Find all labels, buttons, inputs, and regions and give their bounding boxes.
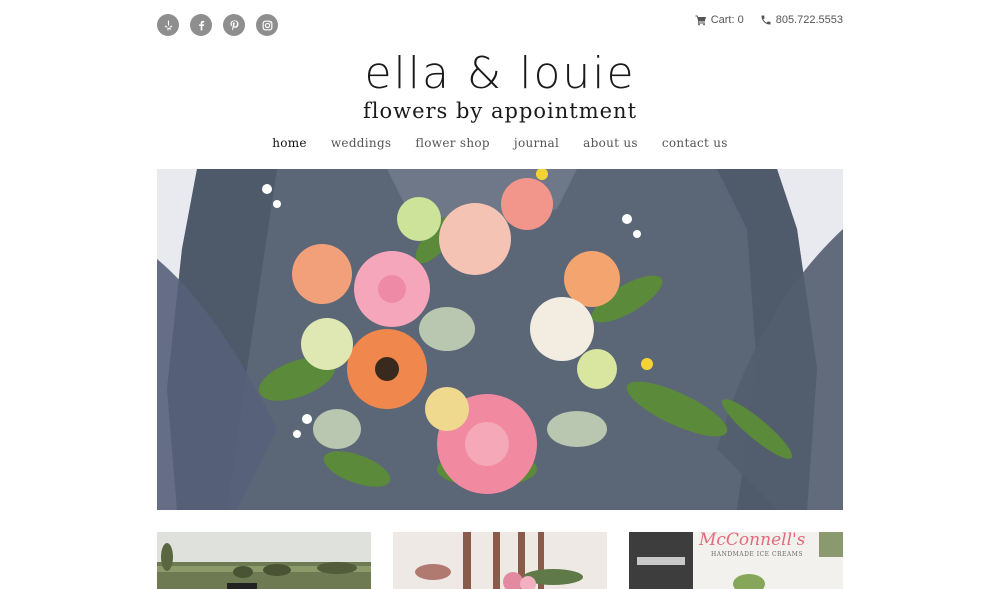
phone-link[interactable]: 805.722.5553 — [760, 14, 843, 26]
social-links — [157, 14, 278, 36]
cart-icon — [695, 15, 706, 26]
site-logo[interactable]: ella & louie flowers by appointment — [0, 48, 1000, 124]
main-nav: home weddings flower shop journal about … — [0, 136, 1000, 150]
tile-weddings[interactable] — [157, 532, 371, 589]
phone-icon — [761, 15, 771, 25]
mcconnells-sign: McConnell's — [699, 532, 806, 550]
pinterest-icon[interactable] — [223, 14, 245, 36]
nav-item-home[interactable]: home — [272, 136, 307, 150]
feature-tiles: McConnell's HANDMADE ICE CREAMS — [157, 532, 843, 589]
yelp-icon[interactable] — [157, 14, 179, 36]
instagram-icon[interactable] — [256, 14, 278, 36]
nav-item-journal[interactable]: journal — [514, 136, 559, 150]
nav-item-about-us[interactable]: about us — [583, 136, 638, 150]
nav-item-contact-us[interactable]: contact us — [662, 136, 728, 150]
tile-flower-shop[interactable] — [393, 532, 607, 589]
logo-subtitle: flowers by appointment — [362, 99, 638, 123]
logo-title: ella & louie — [364, 48, 636, 99]
nav-item-flower-shop[interactable]: flower shop — [415, 136, 490, 150]
cart-label: Cart: 0 — [710, 14, 744, 26]
phone-number: 805.722.5553 — [775, 14, 843, 26]
mcconnells-sign-sub: HANDMADE ICE CREAMS — [711, 551, 804, 558]
hero-bouquet-image — [157, 169, 843, 510]
cart-link[interactable]: Cart: 0 — [695, 14, 744, 26]
tile-journal[interactable]: McConnell's HANDMADE ICE CREAMS — [629, 532, 843, 589]
header-utility: Cart: 0 805.722.5553 — [695, 14, 843, 26]
nav-item-weddings[interactable]: weddings — [331, 136, 392, 150]
facebook-icon[interactable] — [190, 14, 212, 36]
